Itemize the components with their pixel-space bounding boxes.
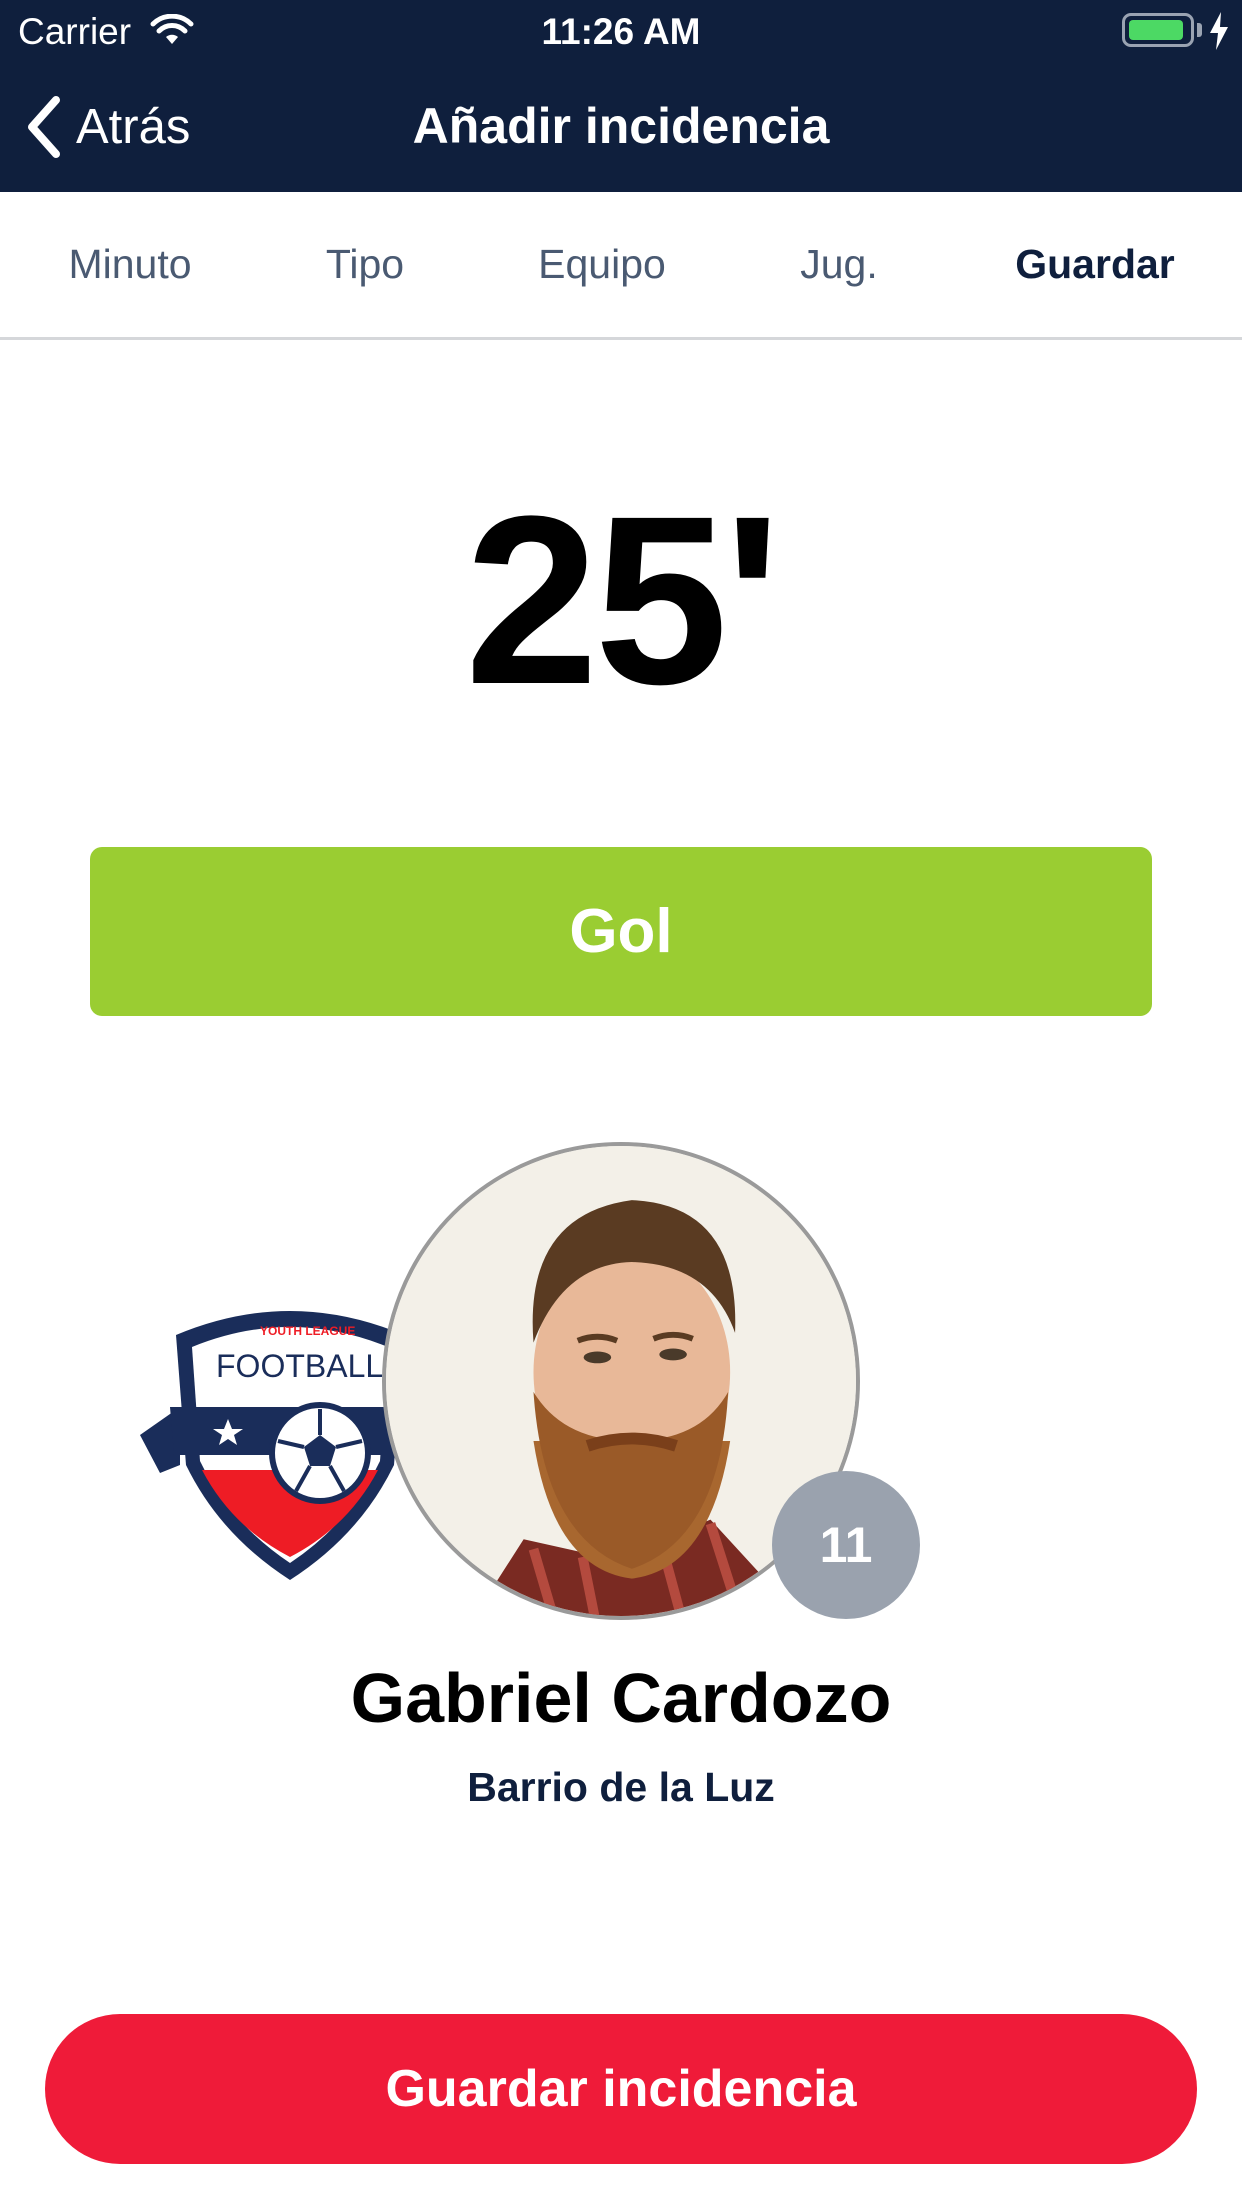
step-tabs: Minuto Tipo Equipo Jug. Guardar [0, 192, 1242, 340]
incident-minute: 25' [464, 466, 781, 734]
crest-top-text: YOUTH LEAGUE [260, 1324, 355, 1338]
save-incident-button[interactable]: Guardar incidencia [45, 2014, 1197, 2164]
tab-tipo[interactable]: Tipo [265, 192, 465, 337]
charging-bolt-icon [1210, 12, 1228, 50]
incident-type-button[interactable]: Gol [90, 847, 1152, 1016]
tab-guardar[interactable]: Guardar [980, 192, 1210, 337]
player-number-badge: 11 [772, 1471, 920, 1619]
battery-cap [1197, 23, 1202, 37]
navigation-header: Carrier 11:26 AM Atrás Añadir incidencia [0, 0, 1242, 192]
player-team: Barrio de la Luz [467, 1764, 775, 1810]
page-title: Añadir incidencia [412, 98, 830, 154]
battery-icon [1122, 13, 1194, 47]
tab-equipo[interactable]: Equipo [502, 192, 702, 337]
tab-minuto[interactable]: Minuto [30, 192, 230, 337]
status-time: 11:26 AM [541, 11, 701, 52]
tab-jugador[interactable]: Jug. [739, 192, 939, 337]
player-name: Gabriel Cardozo [350, 1659, 892, 1737]
